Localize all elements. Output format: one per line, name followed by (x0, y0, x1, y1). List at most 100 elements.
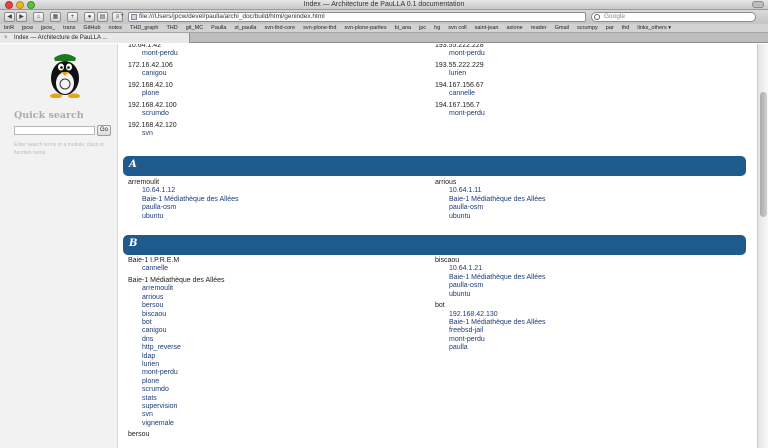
index-link[interactable]: bersou (142, 302, 163, 309)
index-link[interactable]: cannelle (449, 90, 475, 97)
address-text: file:///Users/jpcw/devel/paulla/archi_do… (139, 13, 325, 20)
bookmark-item[interactable]: Paulla (207, 24, 230, 32)
index-link[interactable]: 10.64.1.12 (142, 187, 175, 194)
bookmarks-button[interactable]: ▦ (50, 12, 61, 22)
close-tab-icon[interactable]: × (4, 33, 8, 43)
index-link[interactable]: freebsd-jail (449, 327, 483, 334)
index-link[interactable]: canigou (142, 70, 167, 77)
index-link[interactable]: arrious (142, 294, 163, 301)
address-bar[interactable]: file:///Users/jpcw/devel/paulla/archi_do… (128, 12, 586, 22)
bookmark-item[interactable]: jpcw_ (37, 24, 59, 32)
print-button[interactable]: ▤ (97, 12, 108, 22)
index-link[interactable]: bot (142, 319, 152, 326)
bookmark-item[interactable]: axione (502, 24, 526, 32)
bookmarks-bar: bnR jpcw jpcw_ trans GitHub notes THD_graph THD… (0, 24, 768, 33)
bookmark-item[interactable]: links_others ▾ (633, 24, 675, 32)
index-link[interactable]: Baie-1 Médiathèque des Allées (449, 319, 546, 326)
bookmark-item[interactable]: reader (527, 24, 551, 32)
bookmark-item[interactable]: svn-thd-core (261, 24, 300, 32)
index-term: bersou (128, 431, 150, 439)
back-button[interactable]: ◀ (4, 12, 15, 22)
index-link[interactable]: scrumdo (142, 386, 169, 393)
index-link[interactable]: ldap (142, 353, 155, 360)
bookmark-item[interactable]: jpcw (18, 24, 37, 32)
bookmark-item[interactable]: par (602, 24, 618, 32)
quick-search-go-button[interactable]: Go (97, 125, 111, 136)
bookmark-item[interactable]: saint-jean (471, 24, 503, 32)
index-link[interactable]: 10.64.1.11 (449, 187, 482, 194)
bookmark-item[interactable]: THD (162, 24, 181, 32)
index-link[interactable]: 10.64.1.21 (449, 265, 482, 272)
index-link[interactable]: lurien (449, 70, 466, 77)
bookmark-item[interactable]: hg (430, 24, 444, 32)
tab-index[interactable]: × Index — Architecture de PauLLA ... (0, 33, 190, 43)
index-link[interactable]: Baie-1 Médiathèque des Allées (449, 196, 546, 203)
index-link[interactable]: svn (142, 411, 153, 418)
index-link[interactable]: mont-perdu (449, 336, 485, 343)
index-term: 193.55.222.228 (435, 44, 484, 49)
index-link[interactable]: paulla-osm (449, 282, 483, 289)
home-button[interactable]: ⌂ (33, 12, 44, 22)
index-link[interactable]: mont-perdu (449, 110, 485, 117)
tab-label: Index — Architecture de PauLLA ... (14, 35, 108, 41)
bookmark-item[interactable]: notes (105, 24, 126, 32)
bookmark-item[interactable]: bnR (0, 24, 18, 32)
bookmark-item[interactable]: st_paulla (230, 24, 260, 32)
index-link[interactable]: vignemale (142, 420, 174, 427)
index-link[interactable]: arremoulit (142, 285, 173, 292)
index-term: arremoulit (128, 179, 160, 186)
index-link[interactable]: lurien (142, 361, 159, 368)
index-link[interactable]: scrumdo (142, 110, 169, 117)
bookmark-item[interactable]: svn-plone-thd (299, 24, 340, 32)
search-field[interactable]: Google (591, 12, 756, 22)
bookmark-item[interactable]: jpc (415, 24, 430, 32)
add-bookmark-button[interactable]: + (67, 12, 78, 22)
extension-button[interactable]: ● (84, 12, 95, 22)
section-header-b: B (123, 235, 746, 255)
scrollbar-thumb[interactable] (760, 92, 767, 217)
bookmark-item[interactable]: thd (618, 24, 634, 32)
index-link[interactable]: ubuntu (449, 213, 470, 220)
bookmark-item[interactable]: git_MC (182, 24, 207, 32)
book-icon: ▦ (52, 14, 59, 20)
index-link[interactable]: mont-perdu (142, 50, 178, 57)
index-link[interactable]: plone (142, 90, 159, 97)
index-link[interactable]: cannelle (142, 265, 168, 272)
index-link[interactable]: ubuntu (142, 213, 163, 220)
bookmark-item[interactable]: trans (59, 24, 79, 32)
index-link[interactable]: http_reverse (142, 344, 181, 351)
index-link[interactable]: mont-perdu (449, 50, 485, 57)
bookmark-item[interactable]: svn coll (444, 24, 470, 32)
vertical-scrollbar[interactable] (757, 44, 768, 448)
index-link[interactable]: canigou (142, 327, 167, 334)
index-link[interactable]: 192.168.42.130 (449, 311, 498, 318)
print-icon: ▤ (99, 14, 106, 20)
index-link[interactable]: supervision (142, 403, 177, 410)
search-icon (594, 14, 600, 20)
index-link[interactable]: paulla (449, 344, 468, 351)
bookmark-item[interactable]: GitHub (79, 24, 104, 32)
toolbar-toggle-button[interactable] (752, 1, 764, 8)
index-link[interactable]: biscaou (142, 311, 166, 318)
new-tab-button[interactable]: + (117, 12, 127, 22)
bookmark-item[interactable]: scrumpy (573, 24, 602, 32)
bookmark-item[interactable]: bi_ana (391, 24, 416, 32)
search-placeholder: Google (604, 13, 625, 20)
index-link[interactable]: ubuntu (449, 291, 470, 298)
index-link[interactable]: plone (142, 378, 159, 385)
bookmark-item[interactable]: svn-plone-parites (340, 24, 390, 32)
index-link[interactable]: Baie-1 Médiathèque des Allées (449, 274, 546, 281)
index-link[interactable]: svn (142, 130, 153, 137)
index-link[interactable]: Baie-1 Médiathèque des Allées (142, 196, 239, 203)
index-link[interactable]: paulla-osm (142, 204, 176, 211)
bookmark-item[interactable]: THD_graph (126, 24, 162, 32)
index-term: 192.168.42.120 (128, 122, 177, 129)
index-link[interactable]: paulla-osm (449, 204, 483, 211)
quick-search-input[interactable] (14, 126, 95, 135)
bookmark-item[interactable]: Gmail (551, 24, 573, 32)
forward-button[interactable]: ▶ (16, 12, 27, 22)
index-link[interactable]: dns (142, 336, 153, 343)
sidebar: Quick search Go Enter search terms or a … (0, 44, 118, 448)
index-link[interactable]: stats (142, 395, 157, 402)
index-link[interactable]: mont-perdu (142, 369, 178, 376)
